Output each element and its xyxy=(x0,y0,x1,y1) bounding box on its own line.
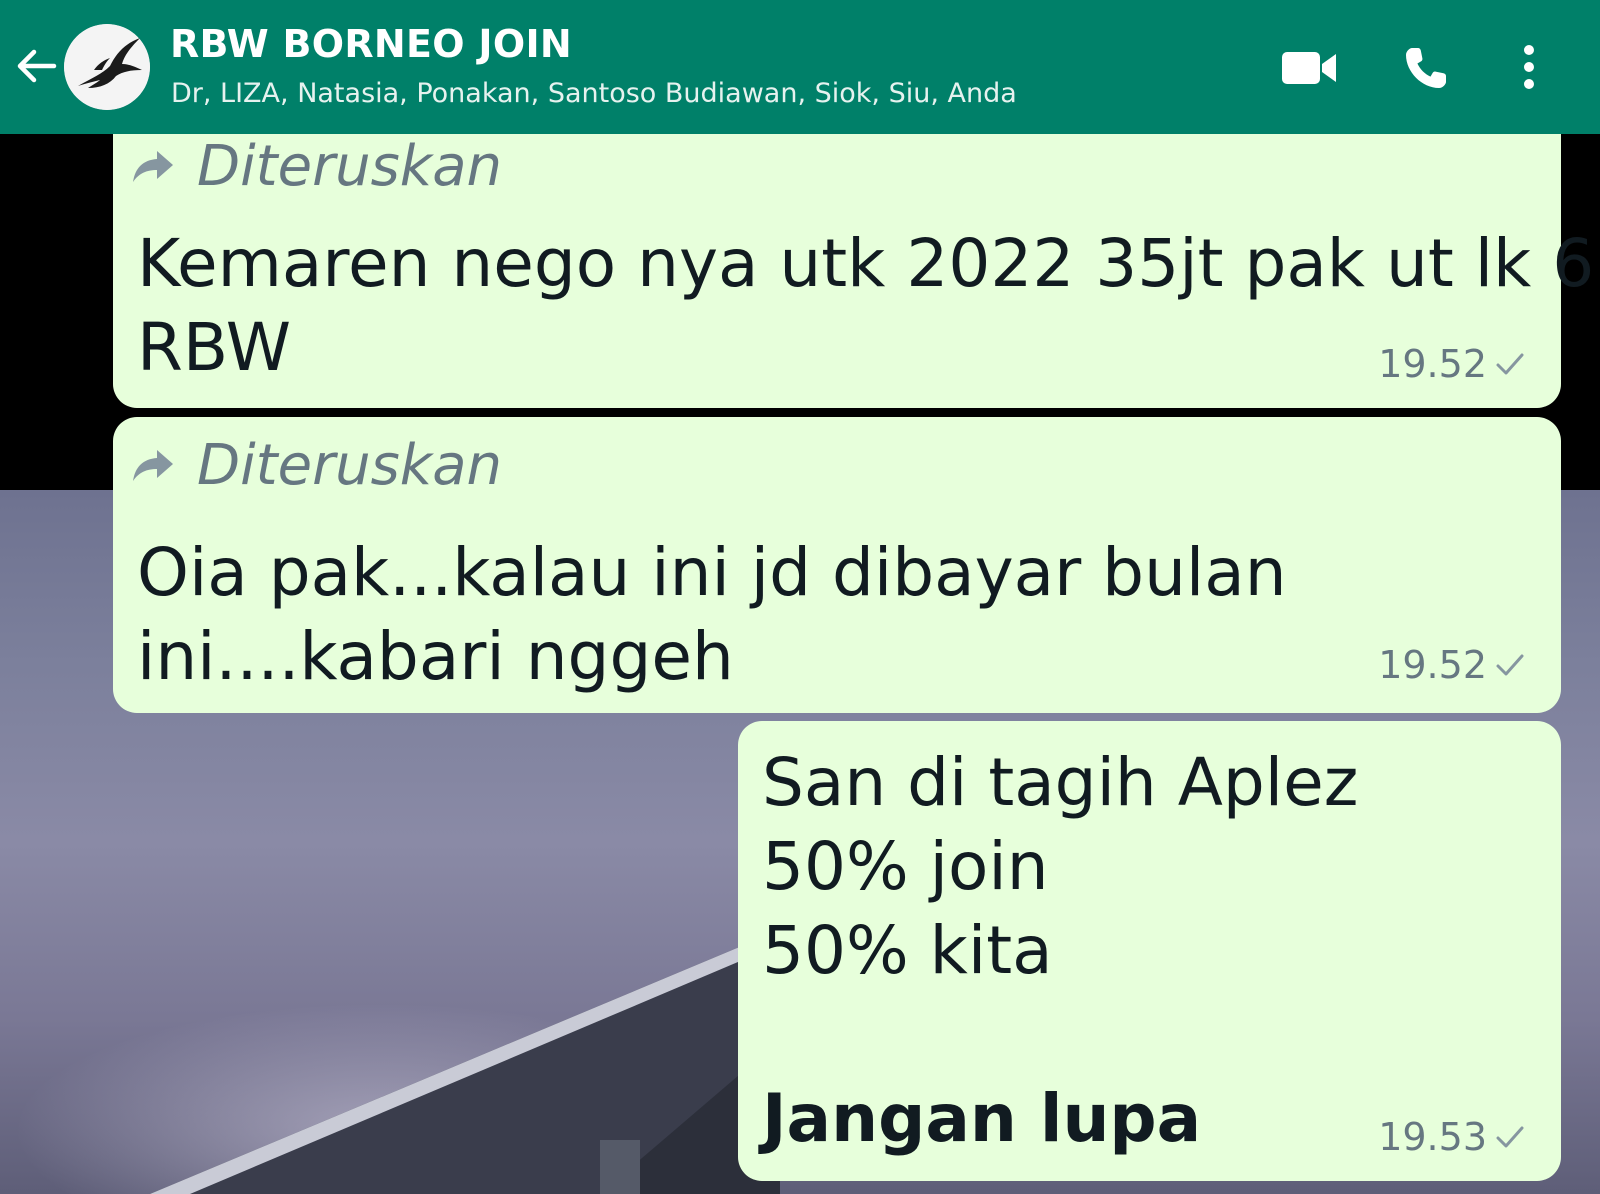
message-text: San di tagih Aplez 50% join 50% kita Jan… xyxy=(762,741,1358,1161)
message-line: Kemaren nego nya utk 2022 35jt pak ut lk… xyxy=(137,225,1595,302)
message-line: Oia pak...kalau ini jd dibayar bulan xyxy=(137,534,1287,611)
forwarded-indicator: Diteruskan xyxy=(131,134,502,199)
message-line-bold: Jangan lupa xyxy=(762,1080,1202,1157)
message-line-empty xyxy=(762,993,1358,1077)
message-line: 50% kita xyxy=(762,912,1053,989)
message-line: 50% join xyxy=(762,828,1049,905)
single-check-icon xyxy=(1496,353,1524,375)
message-time: 19.52 xyxy=(1378,342,1487,386)
single-check-icon xyxy=(1496,1126,1524,1148)
message-line: San di tagih Aplez xyxy=(762,744,1359,821)
group-members-list[interactable]: Dr, LIZA, Natasia, Ponakan, Santoso Budi… xyxy=(171,78,1017,109)
more-options-icon[interactable] xyxy=(1512,42,1546,92)
swallow-bird-icon xyxy=(64,24,150,110)
message-text: Oia pak...kalau ini jd dibayar bulan ini… xyxy=(137,531,1287,699)
message-bubble[interactable]: San di tagih Aplez 50% join 50% kita Jan… xyxy=(738,721,1561,1181)
voice-call-icon[interactable] xyxy=(1402,44,1450,92)
message-time: 19.52 xyxy=(1378,643,1487,687)
forwarded-indicator: Diteruskan xyxy=(131,433,502,498)
message-time: 19.53 xyxy=(1378,1115,1487,1159)
message-meta: 19.52 xyxy=(1378,342,1525,386)
single-check-icon xyxy=(1496,654,1524,676)
forward-arrow-icon xyxy=(133,449,173,481)
message-meta: 19.52 xyxy=(1378,643,1525,687)
group-avatar[interactable] xyxy=(64,24,150,110)
message-bubble[interactable]: Diteruskan Oia pak...kalau ini jd dibaya… xyxy=(113,417,1561,713)
message-bubble[interactable]: Diteruskan Kemaren nego nya utk 2022 35j… xyxy=(113,110,1594,408)
message-line: RBW xyxy=(137,309,292,386)
forwarded-label: Diteruskan xyxy=(197,134,503,199)
video-call-icon[interactable] xyxy=(1282,48,1336,88)
forwarded-label: Diteruskan xyxy=(197,433,503,498)
message-meta: 19.53 xyxy=(1378,1115,1525,1159)
message-text: Kemaren nego nya utk 2022 35jt pak ut lk… xyxy=(137,222,1594,390)
message-line: ini....kabari nggeh xyxy=(137,618,734,695)
chat-header: RBW BORNEO JOIN Dr, LIZA, Natasia, Ponak… xyxy=(0,0,1600,134)
forward-arrow-icon xyxy=(133,150,173,182)
back-arrow-icon[interactable] xyxy=(14,44,58,88)
chat-title[interactable]: RBW BORNEO JOIN xyxy=(170,22,572,66)
